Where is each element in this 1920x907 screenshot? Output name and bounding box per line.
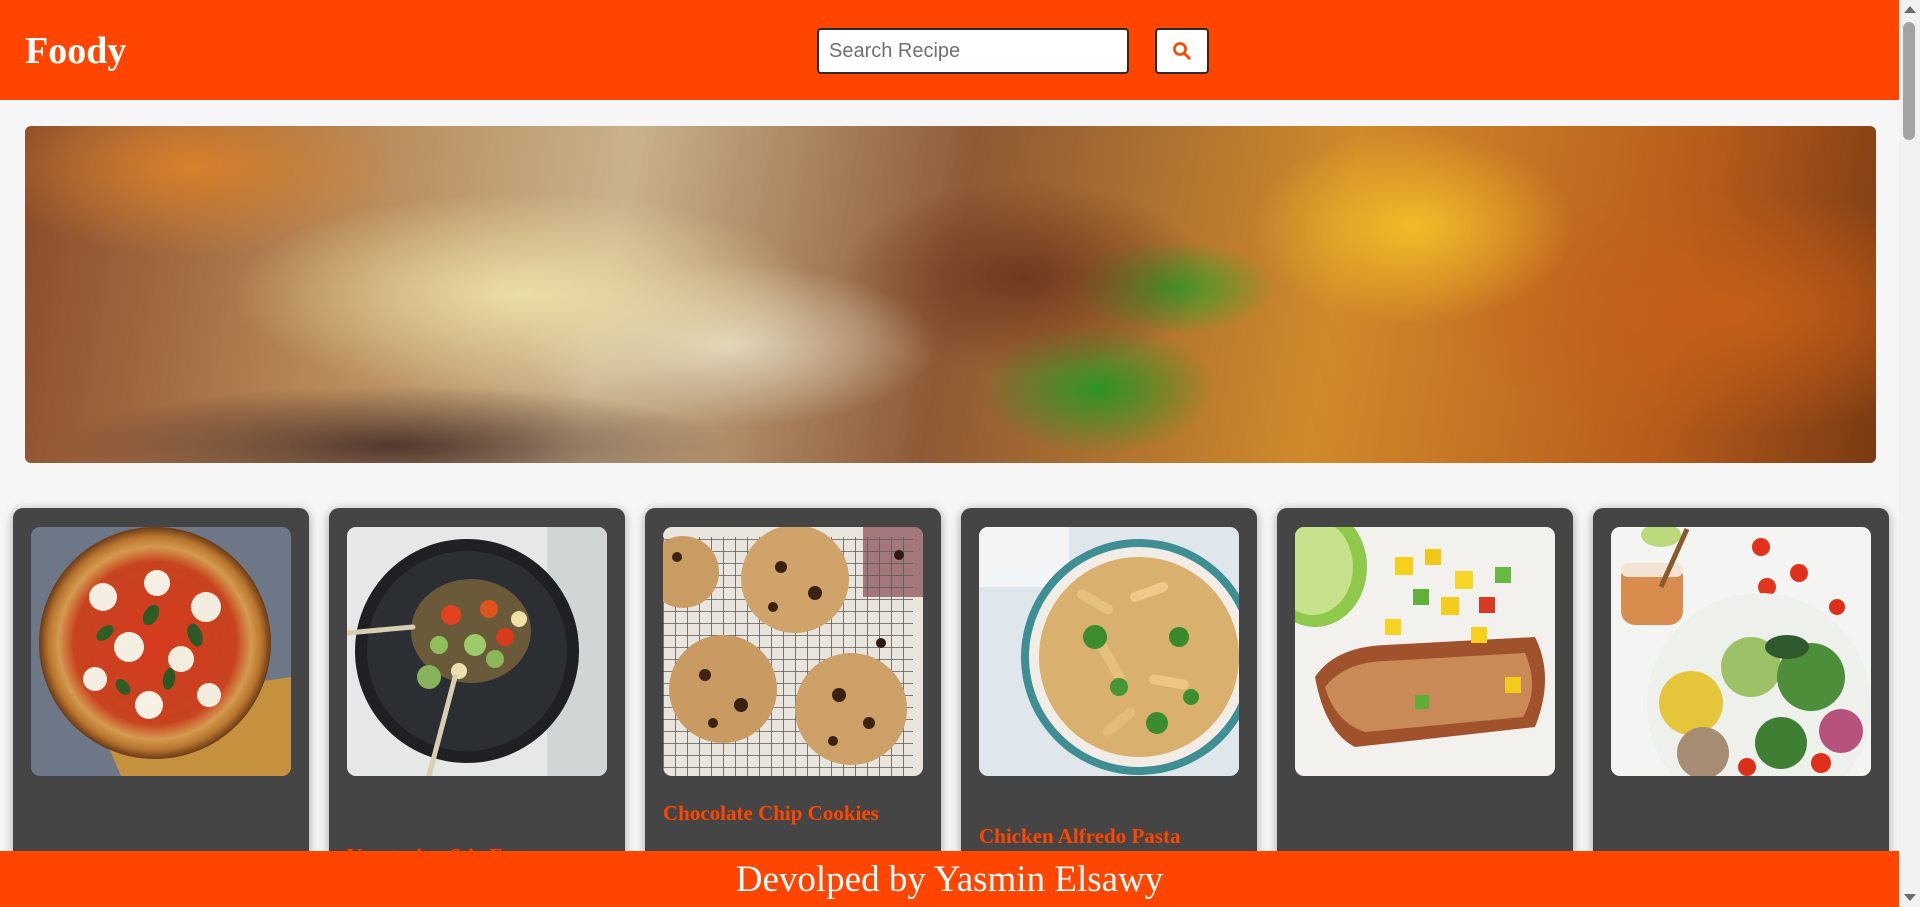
search-icon: [1173, 42, 1191, 60]
recipe-card[interactable]: [1593, 508, 1889, 907]
scroll-up-arrow-icon[interactable]: [1904, 6, 1916, 13]
footer: Devolped by Yasmin Elsawy: [0, 851, 1899, 907]
recipe-card[interactable]: Chocolate Chip Cookies: [645, 508, 941, 907]
recipe-image-quinoa-salad-bowl[interactable]: [1611, 527, 1871, 776]
recipe-title[interactable]: Chocolate Chip Cookies: [663, 800, 925, 826]
recipe-list: Vegetarian Stir-Fry: [13, 508, 1889, 907]
recipe-card[interactable]: [13, 508, 309, 907]
recipe-title[interactable]: Chicken Alfredo Pasta: [979, 823, 1241, 849]
recipe-card[interactable]: Chicken Alfredo Pasta: [961, 508, 1257, 907]
scroll-down-arrow-icon[interactable]: [1904, 894, 1916, 901]
page: Foody Search Recipe Chocolate Chip Cooki…: [0, 0, 1920, 907]
recipe-image-vegetarian-stir-fry[interactable]: [347, 527, 607, 776]
search-button[interactable]: [1155, 28, 1209, 74]
hero-banner-image: [25, 126, 1876, 463]
recipe-image-chocolate-chip-cookies[interactable]: [663, 527, 923, 776]
brand-logo-text[interactable]: Foody: [25, 29, 126, 73]
recipe-image-chicken-alfredo-pasta[interactable]: [979, 527, 1239, 776]
recipe-card[interactable]: Vegetarian Stir-Fry: [329, 508, 625, 907]
vertical-scrollbar[interactable]: [1899, 0, 1920, 907]
recipe-image-grilled-chicken-mango-salsa[interactable]: [1295, 527, 1555, 776]
scroll-thumb[interactable]: [1903, 22, 1915, 140]
navbar: Foody: [0, 0, 1899, 100]
footer-credit: Devolped by Yasmin Elsawy: [735, 858, 1164, 900]
recipe-image-margherita-pizza[interactable]: [31, 527, 291, 776]
search-input[interactable]: [817, 28, 1129, 74]
recipe-card[interactable]: [1277, 508, 1573, 907]
